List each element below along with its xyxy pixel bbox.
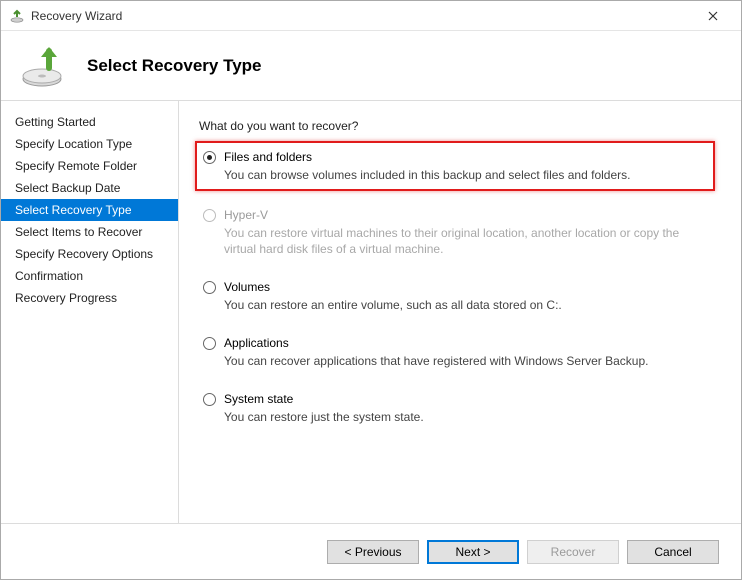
option-desc: You can browse volumes included in this …	[224, 167, 707, 183]
option-body: Applications You can recover applications…	[224, 335, 711, 369]
wizard-body: Getting StartedSpecify Location TypeSpec…	[1, 101, 741, 523]
option-title: Hyper-V	[224, 207, 711, 223]
cancel-button[interactable]: Cancel	[627, 540, 719, 564]
page-title: Select Recovery Type	[87, 56, 262, 76]
radio-hyperv	[203, 209, 216, 222]
previous-button[interactable]: < Previous	[327, 540, 419, 564]
option-desc: You can recover applications that have r…	[224, 353, 711, 369]
option-title: Applications	[224, 335, 711, 351]
option-desc: You can restore an entire volume, such a…	[224, 297, 711, 313]
option-volumes[interactable]: Volumes You can restore an entire volume,…	[199, 277, 715, 315]
option-body: Volumes You can restore an entire volume,…	[224, 279, 711, 313]
steps-sidebar: Getting StartedSpecify Location TypeSpec…	[1, 101, 179, 523]
option-files-folders[interactable]: Files and folders You can browse volumes …	[195, 141, 715, 191]
step-recovery-progress[interactable]: Recovery Progress	[1, 287, 178, 309]
option-title: Files and folders	[224, 149, 707, 165]
recover-button: Recover	[527, 540, 619, 564]
step-select-backup-date[interactable]: Select Backup Date	[1, 177, 178, 199]
step-specify-recovery-options[interactable]: Specify Recovery Options	[1, 243, 178, 265]
option-body: Files and folders You can browse volumes …	[224, 149, 707, 183]
options-group: Files and folders You can browse volumes …	[199, 141, 715, 427]
wizard-footer: < Previous Next > Recover Cancel	[1, 523, 741, 579]
recovery-icon	[19, 41, 69, 91]
wizard-header: Select Recovery Type	[1, 31, 741, 101]
next-button[interactable]: Next >	[427, 540, 519, 564]
step-specify-location-type[interactable]: Specify Location Type	[1, 133, 178, 155]
option-system-state[interactable]: System state You can restore just the sys…	[199, 389, 715, 427]
step-getting-started[interactable]: Getting Started	[1, 111, 178, 133]
option-applications[interactable]: Applications You can recover applications…	[199, 333, 715, 371]
window-title: Recovery Wizard	[31, 9, 690, 23]
prompt-text: What do you want to recover?	[199, 119, 715, 133]
radio-files-folders[interactable]	[203, 151, 216, 164]
radio-volumes[interactable]	[203, 281, 216, 294]
step-select-recovery-type[interactable]: Select Recovery Type	[1, 199, 178, 221]
option-title: System state	[224, 391, 711, 407]
step-specify-remote-folder[interactable]: Specify Remote Folder	[1, 155, 178, 177]
radio-system-state[interactable]	[203, 393, 216, 406]
recovery-wizard-window: Recovery Wizard Select Recovery Type Get…	[0, 0, 742, 580]
option-desc: You can restore just the system state.	[224, 409, 711, 425]
step-select-items-to-recover[interactable]: Select Items to Recover	[1, 221, 178, 243]
option-hyperv: Hyper-V You can restore virtual machines …	[199, 205, 715, 259]
option-body: Hyper-V You can restore virtual machines …	[224, 207, 711, 257]
app-icon	[9, 8, 25, 24]
option-title: Volumes	[224, 279, 711, 295]
titlebar: Recovery Wizard	[1, 1, 741, 31]
option-desc: You can restore virtual machines to thei…	[224, 225, 711, 257]
close-button[interactable]	[690, 2, 735, 30]
step-confirmation[interactable]: Confirmation	[1, 265, 178, 287]
content-panel: What do you want to recover? Files and f…	[179, 101, 741, 523]
radio-applications[interactable]	[203, 337, 216, 350]
option-body: System state You can restore just the sys…	[224, 391, 711, 425]
